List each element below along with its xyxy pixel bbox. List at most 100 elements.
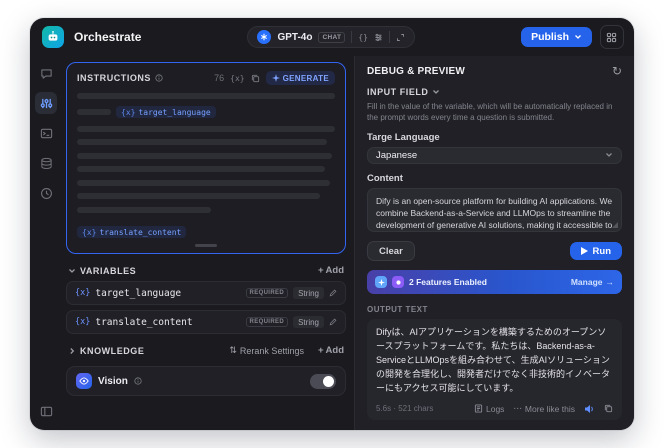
nav-terminal-item[interactable] <box>35 122 57 144</box>
skeleton-line <box>77 125 335 132</box>
variable-chip-translate-content[interactable]: {x} translate_content <box>77 226 187 238</box>
chevron-right-icon[interactable] <box>68 347 76 355</box>
copy-output-button[interactable] <box>604 404 613 413</box>
arrow-right-icon: → <box>605 277 615 288</box>
char-count: 76 <box>214 73 225 83</box>
manage-features-button[interactable]: Manage → <box>571 277 614 287</box>
features-bar[interactable]: 2 Features Enabled Manage → <box>367 270 622 295</box>
reset-icon[interactable]: ↻ <box>612 65 622 77</box>
ellipsis-icon: ⋯ <box>513 403 522 413</box>
expand-icon[interactable] <box>396 33 405 42</box>
plus-icon: + <box>317 265 324 276</box>
model-params-icon[interactable] <box>374 33 383 42</box>
orchestrate-sliders-icon <box>40 98 52 108</box>
input-field-section-toggle[interactable]: INPUT FIELD <box>367 87 622 97</box>
prompt-panel: INSTRUCTIONS 76 {x} GENERATE {x} target_… <box>62 56 354 430</box>
info-icon <box>155 74 163 82</box>
chevron-down-icon <box>605 151 613 159</box>
clear-button[interactable]: Clear <box>367 241 415 262</box>
variable-braces-icon: {x} <box>75 317 91 327</box>
nav-orchestrate-item[interactable] <box>35 92 57 114</box>
info-icon <box>134 377 142 385</box>
run-label: Run <box>592 245 611 257</box>
nav-datasets-item[interactable] <box>35 152 57 174</box>
variable-type-badge: String <box>293 316 324 328</box>
divider <box>388 31 390 43</box>
variable-row[interactable]: {x} target_language REQUIRED String <box>66 281 346 305</box>
prompt-vars-icon[interactable]: {} <box>358 33 368 42</box>
skeleton-line <box>77 152 335 159</box>
input-field-title: INPUT FIELD <box>367 87 429 97</box>
terminal-icon <box>40 128 52 138</box>
variable-chip-label: target_language <box>138 107 211 117</box>
speaker-icon <box>585 404 593 413</box>
skeleton-line <box>77 166 335 172</box>
variable-braces-icon: {x} <box>121 107 136 117</box>
tools-button[interactable] <box>599 25 624 49</box>
run-button[interactable]: Run <box>569 242 622 261</box>
model-name: GPT-4o <box>277 31 313 43</box>
edit-variable-icon[interactable] <box>329 289 337 297</box>
chat-bubble-icon <box>40 68 52 79</box>
target-language-value: Japanese <box>376 149 418 161</box>
collapse-sidebar-button[interactable] <box>35 400 57 422</box>
rerank-settings-button[interactable]: ⇅ Rerank Settings <box>229 345 304 356</box>
target-language-label: Targe Language <box>367 132 440 144</box>
divider <box>351 31 353 43</box>
model-selector[interactable]: GPT-4o CHAT {} <box>247 26 415 48</box>
chevron-down-icon <box>433 90 440 94</box>
generate-button[interactable]: GENERATE <box>265 71 335 85</box>
chevron-down-icon[interactable] <box>68 267 76 275</box>
resize-handle[interactable] <box>195 244 217 247</box>
knowledge-title: KNOWLEDGE <box>80 345 145 356</box>
debug-preview-panel: DEBUG & PREVIEW ↻ INPUT FIELD Fill in th… <box>354 56 634 430</box>
nav-logs-item[interactable] <box>35 182 57 204</box>
variable-type-badge: String <box>293 287 324 299</box>
variable-braces-icon: {x} <box>82 227 97 237</box>
read-aloud-button[interactable] <box>584 404 595 414</box>
database-icon <box>40 157 52 169</box>
variable-chip-label: translate_content <box>99 227 182 237</box>
page-title: Orchestrate <box>74 30 142 44</box>
copy-icon <box>604 404 613 413</box>
skeleton-line <box>77 92 335 99</box>
app-logo-icon <box>42 26 64 48</box>
plus-icon: + <box>317 345 324 356</box>
more-like-this-button[interactable]: ⋯ More like this <box>513 403 575 414</box>
variable-braces-icon: {x} <box>75 288 91 298</box>
output-text: Difyは、AIアプリケーションを構築するためのオープンソースプラットフォームで… <box>376 327 611 394</box>
instructions-title: INSTRUCTIONS <box>77 73 151 83</box>
generate-label: GENERATE <box>282 73 329 83</box>
variable-name: target_language <box>95 287 182 299</box>
required-badge: REQUIRED <box>245 317 289 327</box>
vision-eye-icon <box>76 373 92 389</box>
feature-icon-2 <box>392 276 404 289</box>
skeleton-line <box>77 179 335 186</box>
left-nav-rail <box>30 56 62 430</box>
top-bar: Orchestrate GPT-4o CHAT {} Publish <box>30 18 634 56</box>
output-card: Difyは、AIアプリケーションを構築するためのオープンソースプラットフォームで… <box>367 319 622 420</box>
add-knowledge-button[interactable]: + Add <box>318 345 344 356</box>
output-meta: 5.6s · 521 chars <box>376 404 434 413</box>
publish-label: Publish <box>531 31 569 43</box>
variable-row[interactable]: {x} translate_content REQUIRED String <box>66 310 346 334</box>
vision-label: Vision <box>98 375 128 387</box>
publish-button[interactable]: Publish <box>521 27 592 47</box>
variables-title: VARIABLES <box>80 265 137 276</box>
model-provider-icon <box>257 30 272 44</box>
copy-icon[interactable] <box>251 74 260 83</box>
vision-toggle[interactable] <box>310 373 336 389</box>
content-textarea[interactable]: Dify is an open-source platform for buil… <box>367 187 622 233</box>
feature-icon-1 <box>375 276 387 289</box>
skeleton-line <box>77 109 111 115</box>
nav-chat-item[interactable] <box>35 62 57 84</box>
target-language-select[interactable]: Japanese <box>367 147 622 164</box>
edit-variable-icon[interactable] <box>329 318 337 326</box>
logs-button[interactable]: Logs <box>474 404 504 414</box>
insert-variable-icon[interactable]: {x} <box>230 74 244 83</box>
skeleton-line <box>77 193 335 199</box>
model-mode-badge: CHAT <box>318 31 346 43</box>
variable-chip-target-language[interactable]: {x} target_language <box>116 106 216 118</box>
skeleton-line <box>77 139 335 145</box>
add-variable-button[interactable]: + Add <box>318 265 344 276</box>
